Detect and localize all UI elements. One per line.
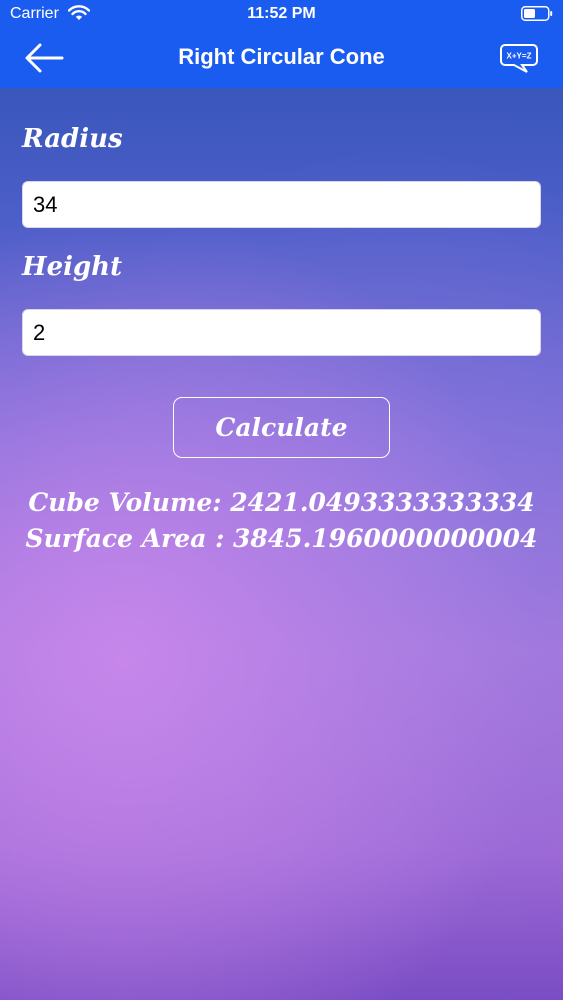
- formula-button[interactable]: X+Y=Z: [499, 42, 539, 74]
- height-label: Height: [22, 252, 123, 282]
- radius-label: Radius: [22, 124, 123, 154]
- status-time: 11:52 PM: [247, 5, 316, 22]
- volume-result: Cube Volume: 2421.0493333333334: [28, 488, 535, 517]
- battery-icon: [521, 6, 553, 21]
- height-input[interactable]: [22, 309, 541, 356]
- calculate-button[interactable]: Calculate: [173, 397, 390, 458]
- status-bar: Carrier 11:52 PM: [0, 0, 563, 28]
- page-title: Right Circular Cone: [178, 44, 385, 69]
- xyz-icon-text: X+Y=Z: [507, 52, 532, 61]
- xyz-speech-bubble-icon: X+Y=Z: [500, 44, 538, 73]
- radius-input[interactable]: [22, 181, 541, 228]
- surface-area-result: Surface Area : 3845.1960000000004: [25, 524, 538, 553]
- navigation-bar: Right Circular Cone X+Y=Z: [0, 28, 563, 88]
